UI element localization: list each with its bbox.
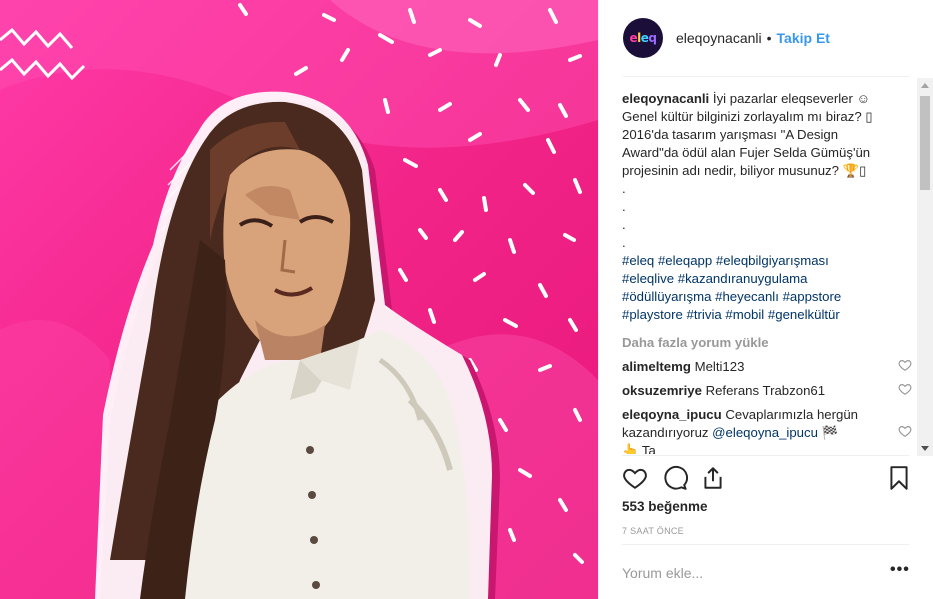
scrollbar-thumb[interactable] <box>920 96 930 190</box>
likes-count[interactable]: 553 beğenme <box>622 499 708 514</box>
caption-line: eleqoynacanli İyi pazarlar eleqseverler … <box>622 91 871 106</box>
comment-text-continued: 👆 Ta <box>622 443 656 454</box>
hashtag-link[interactable]: #genelkültür <box>768 307 840 322</box>
comment-username[interactable]: alimeltemg <box>622 359 691 374</box>
caption-line: . <box>622 235 626 250</box>
hashtags: #eleq #eleqapp #eleqbilgiyarışması #eleq… <box>622 252 912 324</box>
header-divider <box>623 76 909 77</box>
comments-list: eleqoynacanli İyi pazarlar eleqseverler … <box>622 90 912 454</box>
comment-username[interactable]: eleqoyna_ipucu <box>622 407 722 422</box>
post-timestamp[interactable]: 7 SAAT ÖNCE <box>622 526 684 536</box>
caption-line: . <box>622 199 626 214</box>
comments-scrollbar[interactable] <box>917 78 933 456</box>
separator-dot: • <box>766 30 772 46</box>
comment-text: Melti123 <box>694 359 745 374</box>
heart-icon[interactable] <box>898 382 912 396</box>
comment-item: oksuzemriye Referans Trabzon61 <box>622 382 912 400</box>
hashtag-link[interactable]: #playstore <box>622 307 683 322</box>
caption-line: Genel kültür bilginizi zorlayalım mı bir… <box>622 109 873 124</box>
caption-line: Award"da ödül alan Fujer Selda Gümüş'ün <box>622 145 871 160</box>
scroll-down-arrow-icon[interactable] <box>917 442 933 456</box>
hashtag-link[interactable]: #trivia <box>687 307 722 322</box>
share-icon[interactable] <box>700 465 726 491</box>
hashtag-link[interactable]: #eleq <box>622 253 654 268</box>
follow-button[interactable]: Takip Et <box>777 30 830 46</box>
heart-icon[interactable] <box>622 465 648 491</box>
hashtag-link[interactable]: #appstore <box>783 289 842 304</box>
comment-icon[interactable] <box>662 465 688 491</box>
caption-line: . <box>622 181 626 196</box>
load-more-comments-button[interactable]: Daha fazla yorum yükle <box>622 334 912 352</box>
post-image[interactable] <box>0 0 598 599</box>
comment-item: eleqoyna_ipucu Cevaplarımızla hergün kaz… <box>622 406 912 454</box>
hashtag-link[interactable]: #mobil <box>725 307 764 322</box>
comment-emoji: 🏁 <box>821 425 839 440</box>
caption-username[interactable]: eleqoynacanli <box>622 91 709 106</box>
caption-line: . <box>622 217 626 232</box>
hashtag-link[interactable]: #ödüllüyarışma <box>622 289 711 304</box>
caption-line: projesinin adı nedir, biliyor musunuz? 🏆… <box>622 163 867 178</box>
bookmark-icon[interactable] <box>886 465 912 491</box>
comment-input[interactable] <box>622 559 862 587</box>
comment-text: Referans Trabzon61 <box>705 383 826 398</box>
hashtag-link[interactable]: #eleqbilgiyarışması <box>716 253 829 268</box>
hashtag-link[interactable]: #heyecanlı <box>715 289 779 304</box>
caption: eleqoynacanli İyi pazarlar eleqseverler … <box>622 90 912 324</box>
hashtag-link[interactable]: #eleqlive <box>622 271 674 286</box>
avatar-logo: eleq <box>629 31 658 45</box>
avatar[interactable]: eleq <box>623 18 663 58</box>
post-actions <box>622 463 912 493</box>
more-options-icon[interactable]: ••• <box>890 562 910 581</box>
comment-item: alimeltemg Melti123 <box>622 358 912 376</box>
comment-username[interactable]: oksuzemriye <box>622 383 702 398</box>
comment-mention[interactable]: @eleqoyna_ipucu <box>712 425 818 440</box>
input-divider <box>622 544 909 545</box>
heart-icon[interactable] <box>898 424 912 438</box>
post-illustration <box>0 0 598 599</box>
hashtag-link[interactable]: #eleqapp <box>658 253 712 268</box>
scroll-up-arrow-icon[interactable] <box>917 78 933 92</box>
actions-divider <box>622 455 909 456</box>
caption-line: 2016'da tasarım yarışması "A Design <box>622 127 839 142</box>
heart-icon[interactable] <box>898 358 912 372</box>
hashtag-link[interactable]: #kazandıranuygulama <box>678 271 808 286</box>
post-header: eleq eleqoynacanli • Takip Et <box>599 0 933 76</box>
author-username[interactable]: eleqoynacanli <box>676 30 762 46</box>
